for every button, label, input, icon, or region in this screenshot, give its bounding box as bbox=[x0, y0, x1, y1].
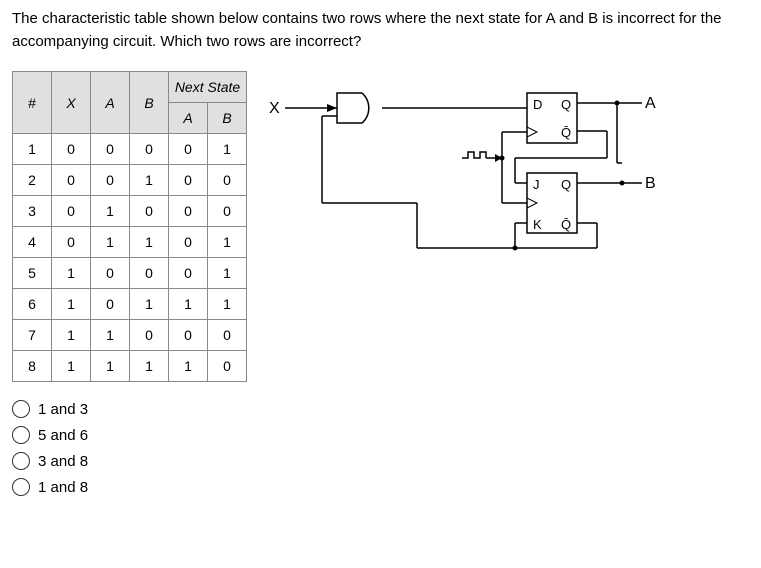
col-a: A bbox=[91, 72, 130, 134]
table-cell: 1 bbox=[130, 351, 169, 382]
table-cell: 0 bbox=[130, 134, 169, 165]
table-cell: 4 bbox=[13, 227, 52, 258]
table-row: 610111 bbox=[13, 289, 247, 320]
table-cell: 1 bbox=[13, 134, 52, 165]
table-cell: 2 bbox=[13, 165, 52, 196]
table-cell: 1 bbox=[208, 134, 247, 165]
option-4[interactable]: 1 and 8 bbox=[12, 478, 749, 496]
label-jkq: Q bbox=[561, 177, 571, 192]
label-dqbar: Q̄ bbox=[561, 125, 571, 140]
option-label: 1 and 8 bbox=[38, 479, 88, 496]
table-cell: 1 bbox=[91, 196, 130, 227]
question-text: The characteristic table shown below con… bbox=[12, 8, 749, 53]
table-cell: 1 bbox=[91, 351, 130, 382]
col-next-a: A bbox=[169, 103, 208, 134]
table-cell: 1 bbox=[52, 289, 91, 320]
option-2[interactable]: 5 and 6 bbox=[12, 426, 749, 444]
label-dq: Q bbox=[561, 97, 571, 112]
clock-icon bbox=[462, 152, 486, 158]
answer-options: 1 and 3 5 and 6 3 and 8 1 and 8 bbox=[12, 400, 749, 496]
label-out-a: A bbox=[645, 95, 656, 112]
radio-icon bbox=[12, 426, 30, 444]
and-gate-icon bbox=[337, 93, 369, 123]
table-row: 200100 bbox=[13, 165, 247, 196]
table-cell: 1 bbox=[52, 351, 91, 382]
table-cell: 0 bbox=[169, 165, 208, 196]
circuit-diagram: X D Q Q̄ J K Q Q̄ bbox=[267, 83, 749, 267]
radio-icon bbox=[12, 478, 30, 496]
label-x: X bbox=[269, 100, 280, 117]
table-cell: 0 bbox=[52, 227, 91, 258]
table-cell: 1 bbox=[130, 227, 169, 258]
col-hash: # bbox=[13, 72, 52, 134]
table-cell: 0 bbox=[91, 289, 130, 320]
table-cell: 0 bbox=[130, 258, 169, 289]
table-cell: 1 bbox=[91, 320, 130, 351]
option-label: 3 and 8 bbox=[38, 453, 88, 470]
table-cell: 3 bbox=[13, 196, 52, 227]
table-cell: 0 bbox=[169, 320, 208, 351]
radio-icon bbox=[12, 452, 30, 470]
option-label: 1 and 3 bbox=[38, 401, 88, 418]
table-row: 401101 bbox=[13, 227, 247, 258]
table-row: 301000 bbox=[13, 196, 247, 227]
table-cell: 0 bbox=[169, 134, 208, 165]
label-jkqbar: Q̄ bbox=[561, 217, 571, 232]
table-cell: 1 bbox=[130, 165, 169, 196]
table-cell: 7 bbox=[13, 320, 52, 351]
table-row: 100001 bbox=[13, 134, 247, 165]
table-cell: 0 bbox=[208, 165, 247, 196]
table-cell: 0 bbox=[208, 320, 247, 351]
col-x: X bbox=[52, 72, 91, 134]
option-3[interactable]: 3 and 8 bbox=[12, 452, 749, 470]
label-j: J bbox=[533, 177, 540, 192]
table-cell: 1 bbox=[130, 289, 169, 320]
table-cell: 0 bbox=[91, 134, 130, 165]
table-cell: 0 bbox=[52, 134, 91, 165]
table-cell: 0 bbox=[91, 258, 130, 289]
table-cell: 0 bbox=[169, 227, 208, 258]
table-cell: 1 bbox=[169, 351, 208, 382]
option-1[interactable]: 1 and 3 bbox=[12, 400, 749, 418]
col-next-b: B bbox=[208, 103, 247, 134]
table-row: 510001 bbox=[13, 258, 247, 289]
table-cell: 0 bbox=[130, 320, 169, 351]
table-cell: 1 bbox=[208, 227, 247, 258]
table-cell: 0 bbox=[52, 165, 91, 196]
table-cell: 8 bbox=[13, 351, 52, 382]
label-k: K bbox=[533, 217, 542, 232]
table-cell: 0 bbox=[208, 196, 247, 227]
table-cell: 1 bbox=[169, 289, 208, 320]
label-d: D bbox=[533, 97, 542, 112]
characteristic-table: # X A B Next State A B 10000120010030100… bbox=[12, 71, 247, 382]
table-row: 711000 bbox=[13, 320, 247, 351]
table-cell: 5 bbox=[13, 258, 52, 289]
table-cell: 1 bbox=[208, 289, 247, 320]
table-cell: 6 bbox=[13, 289, 52, 320]
table-cell: 0 bbox=[130, 196, 169, 227]
table-cell: 0 bbox=[91, 165, 130, 196]
table-cell: 0 bbox=[169, 196, 208, 227]
col-b: B bbox=[130, 72, 169, 134]
table-row: 811110 bbox=[13, 351, 247, 382]
option-label: 5 and 6 bbox=[38, 427, 88, 444]
table-cell: 1 bbox=[91, 227, 130, 258]
table-cell: 1 bbox=[208, 258, 247, 289]
table-cell: 0 bbox=[52, 196, 91, 227]
table-cell: 1 bbox=[52, 320, 91, 351]
label-out-b: B bbox=[645, 175, 656, 192]
table-cell: 0 bbox=[169, 258, 208, 289]
table-cell: 0 bbox=[208, 351, 247, 382]
radio-icon bbox=[12, 400, 30, 418]
table-cell: 1 bbox=[52, 258, 91, 289]
col-next: Next State bbox=[169, 72, 247, 103]
